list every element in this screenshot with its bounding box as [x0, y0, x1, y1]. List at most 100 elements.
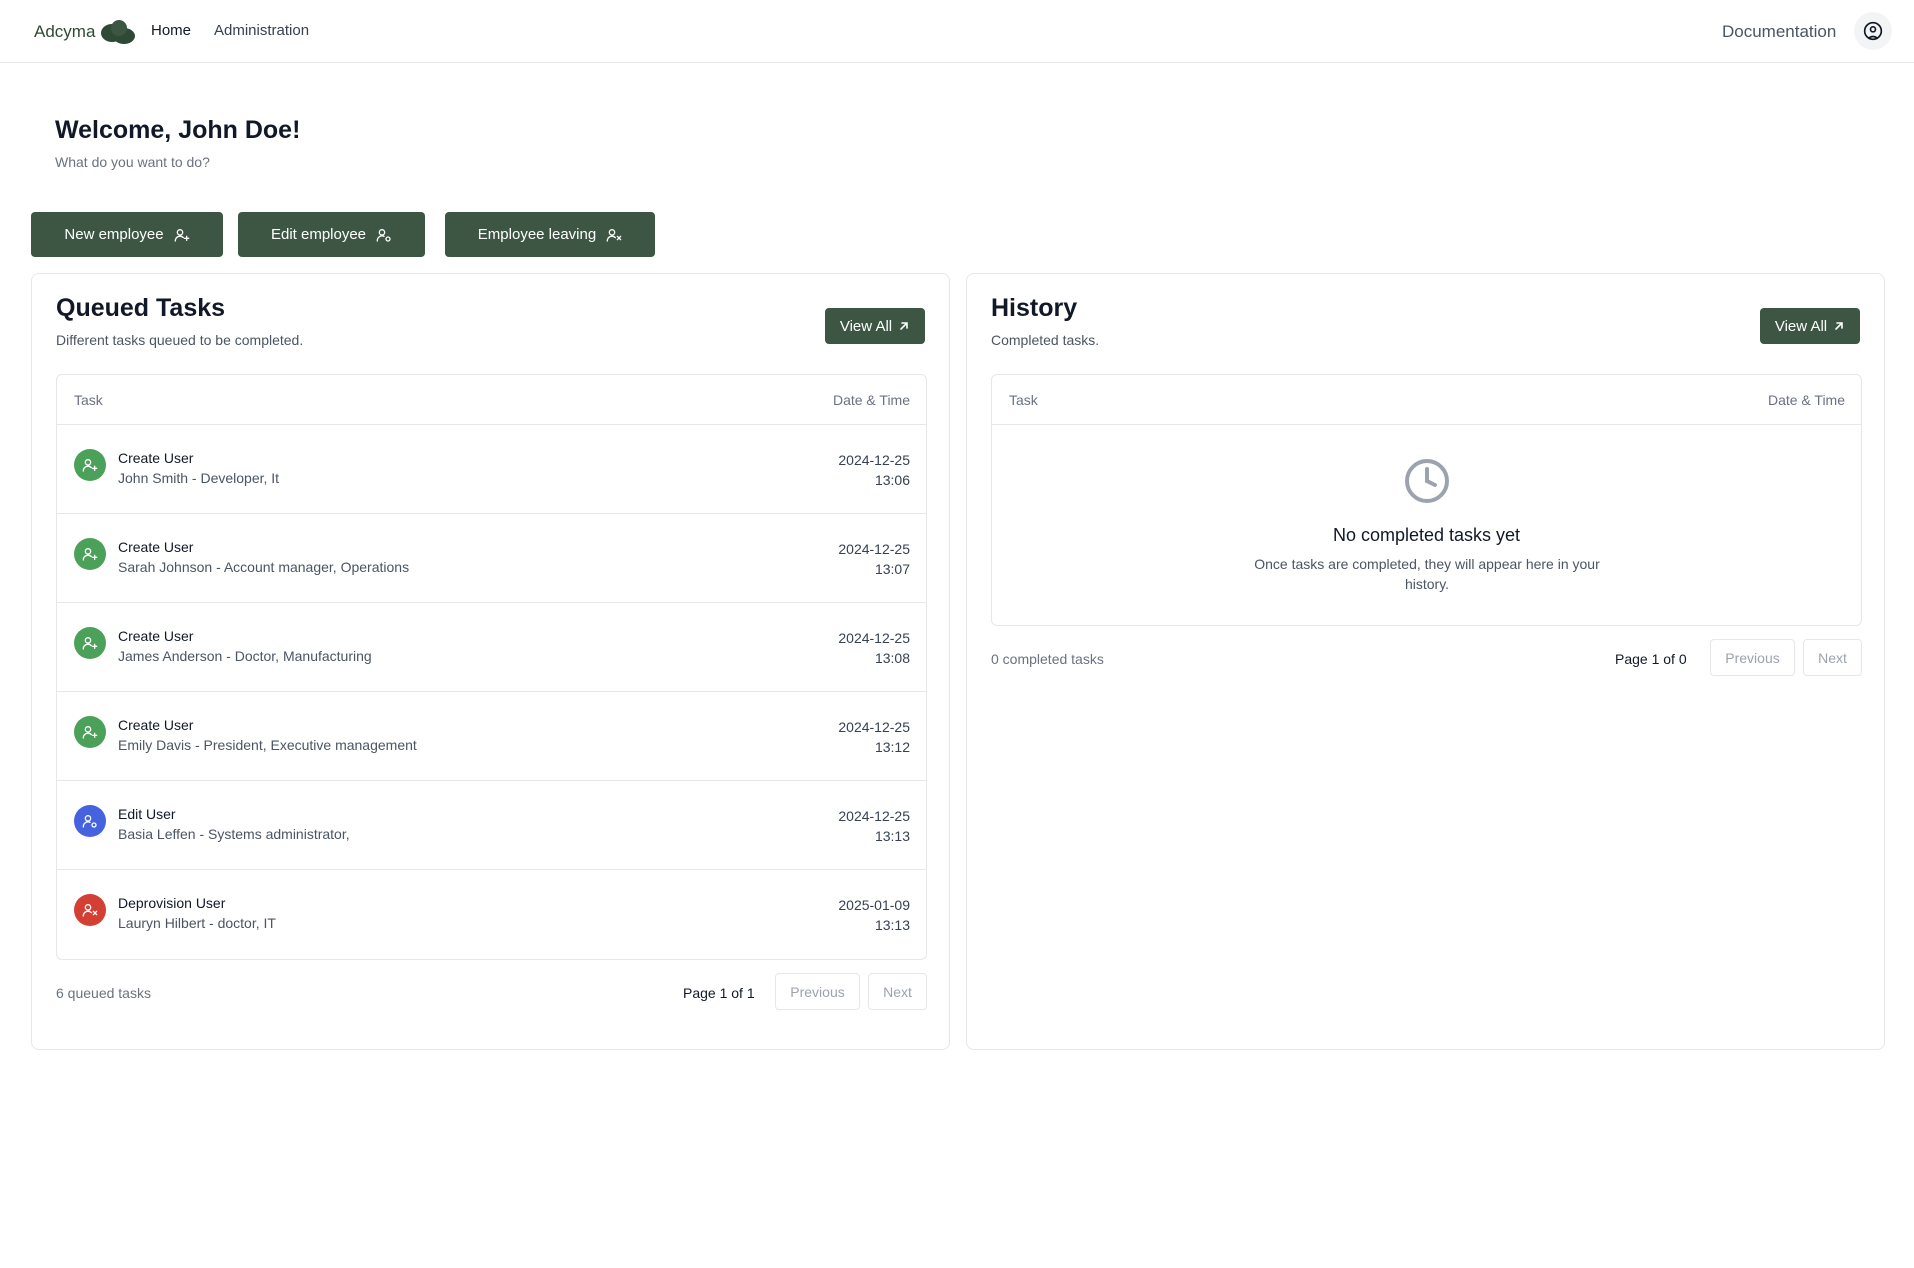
task-title: Deprovision User — [118, 895, 226, 911]
queued-previous-button[interactable]: Previous — [775, 973, 860, 1010]
column-task: Task — [1009, 392, 1038, 408]
task-time: 13:12 — [874, 739, 910, 755]
task-date: 2024-12-25 — [838, 452, 910, 468]
empty-state-title: No completed tasks yet — [1332, 525, 1521, 545]
task-title: Create User — [118, 628, 194, 644]
table-row[interactable]: Create User John Smith - Developer, It 202… — [57, 425, 926, 514]
task-type-badge — [74, 716, 106, 748]
new-employee-label: New employee — [64, 226, 164, 243]
welcome-title: Welcome, John Doe! — [55, 116, 301, 144]
edit-employee-label: Edit employee — [270, 226, 367, 243]
history-table: Task Date & Time No completed tasks yet … — [991, 374, 1862, 626]
user-plus-icon — [82, 459, 98, 472]
task-title: Edit User — [118, 806, 176, 822]
history-previous-button[interactable]: Previous — [1710, 639, 1795, 676]
new-employee-button[interactable]: New employee — [31, 212, 223, 257]
top-navbar: Adcyma Home Administration Documentation — [0, 0, 1914, 63]
table-row[interactable]: Create User Emily Davis - President, Exec… — [57, 692, 926, 781]
column-date-time: Date & Time — [832, 392, 910, 408]
task-time: 13:07 — [874, 561, 910, 577]
table-header: Task Date & Time — [57, 375, 926, 425]
queued-view-all-button[interactable]: View All — [825, 308, 925, 344]
task-description: Basia Leffen - Systems administrator, — [118, 826, 350, 842]
task-time: 13:13 — [874, 917, 910, 933]
employee-leaving-button[interactable]: Employee leaving — [445, 212, 655, 257]
task-time: 13:06 — [874, 472, 910, 488]
task-time: 13:08 — [874, 650, 910, 666]
task-description: Lauryn Hilbert - doctor, IT — [118, 915, 276, 931]
history-subtitle: Completed tasks. — [991, 332, 1100, 348]
user-cog-icon — [376, 228, 391, 242]
empty-state-description: Once tasks are completed, they will appe… — [1254, 556, 1600, 592]
queued-count: 6 queued tasks — [56, 985, 151, 1001]
task-type-badge — [74, 449, 106, 481]
user-x-icon — [82, 904, 98, 917]
cloud-logo-icon — [101, 20, 136, 44]
user-circle-icon — [1863, 21, 1883, 41]
nav-documentation[interactable]: Documentation — [1722, 22, 1836, 42]
task-title: Create User — [118, 717, 194, 733]
clock-icon — [1405, 459, 1449, 503]
table-row[interactable]: Edit User Basia Leffen - Systems administ… — [57, 781, 926, 870]
task-datetime: 2025-01-09 13:13 — [838, 895, 910, 935]
user-plus-icon — [82, 548, 98, 561]
queued-tasks-panel: Queued Tasks Different tasks queued to b… — [31, 273, 950, 1050]
task-description: Sarah Johnson - Account manager, Operati… — [118, 559, 410, 575]
user-menu-button[interactable] — [1854, 12, 1892, 50]
task-description: Emily Davis - President, Executive manag… — [118, 737, 417, 753]
task-datetime: 2024-12-25 13:08 — [838, 628, 910, 668]
task-type-badge — [74, 627, 106, 659]
task-title: Create User — [118, 450, 194, 466]
view-all-label: View All — [839, 317, 893, 335]
task-type-badge — [74, 538, 106, 570]
queued-next-button[interactable]: Next — [868, 973, 927, 1010]
task-title: Create User — [118, 539, 194, 555]
history-next-button[interactable]: Next — [1803, 639, 1862, 676]
column-task: Task — [74, 392, 103, 408]
task-description: John Smith - Developer, It — [118, 470, 280, 486]
welcome-subtitle: What do you want to do? — [55, 154, 210, 170]
history-page-indicator: Page 1 of 0 — [1615, 651, 1687, 667]
user-x-icon — [606, 228, 622, 242]
queued-tasks-table: Task Date & Time Create User John Smith -… — [56, 374, 927, 960]
history-count: 0 completed tasks — [991, 651, 1104, 667]
task-type-badge — [74, 805, 106, 837]
task-date: 2024-12-25 — [838, 719, 910, 735]
task-datetime: 2024-12-25 13:07 — [838, 539, 910, 579]
arrow-up-right-icon — [1835, 322, 1843, 330]
task-date: 2024-12-25 — [838, 808, 910, 824]
column-date-time: Date & Time — [1767, 392, 1845, 408]
user-plus-icon — [174, 228, 189, 242]
brand-name: Adcyma — [34, 22, 96, 41]
queued-page-indicator: Page 1 of 1 — [683, 985, 755, 1001]
task-type-badge — [74, 894, 106, 926]
user-plus-icon — [82, 637, 98, 650]
task-date: 2025-01-09 — [838, 897, 910, 913]
history-empty-state: No completed tasks yet Once tasks are co… — [992, 425, 1861, 625]
task-date: 2024-12-25 — [838, 541, 910, 557]
history-view-all-button[interactable]: View All — [1760, 308, 1860, 344]
nav-administration[interactable]: Administration — [214, 22, 309, 39]
task-datetime: 2024-12-25 13:13 — [838, 806, 910, 846]
employee-leaving-label: Employee leaving — [477, 226, 597, 243]
edit-employee-button[interactable]: Edit employee — [238, 212, 425, 257]
task-description: James Anderson - Doctor, Manufacturing — [118, 648, 372, 664]
arrow-up-right-icon — [900, 322, 908, 330]
task-datetime: 2024-12-25 13:12 — [838, 717, 910, 757]
view-all-label: View All — [1774, 317, 1828, 335]
queued-tasks-subtitle: Different tasks queued to be completed. — [56, 332, 304, 348]
task-time: 13:13 — [874, 828, 910, 844]
history-panel: History Completed tasks. View All Task D… — [966, 273, 1885, 1050]
user-plus-icon — [82, 726, 98, 739]
table-row[interactable]: Create User Sarah Johnson - Account manag… — [57, 514, 926, 603]
queued-tasks-title: Queued Tasks — [56, 294, 226, 322]
task-datetime: 2024-12-25 13:06 — [838, 450, 910, 490]
user-cog-icon — [82, 815, 97, 828]
table-row[interactable]: Deprovision User Lauryn Hilbert - doctor,… — [57, 870, 926, 959]
brand-logo-link[interactable]: Adcyma — [34, 18, 139, 46]
nav-home[interactable]: Home — [151, 22, 191, 39]
history-title: History — [991, 294, 1078, 322]
task-date: 2024-12-25 — [838, 630, 910, 646]
table-header: Task Date & Time — [992, 375, 1861, 425]
table-row[interactable]: Create User James Anderson - Doctor, Manu… — [57, 603, 926, 692]
